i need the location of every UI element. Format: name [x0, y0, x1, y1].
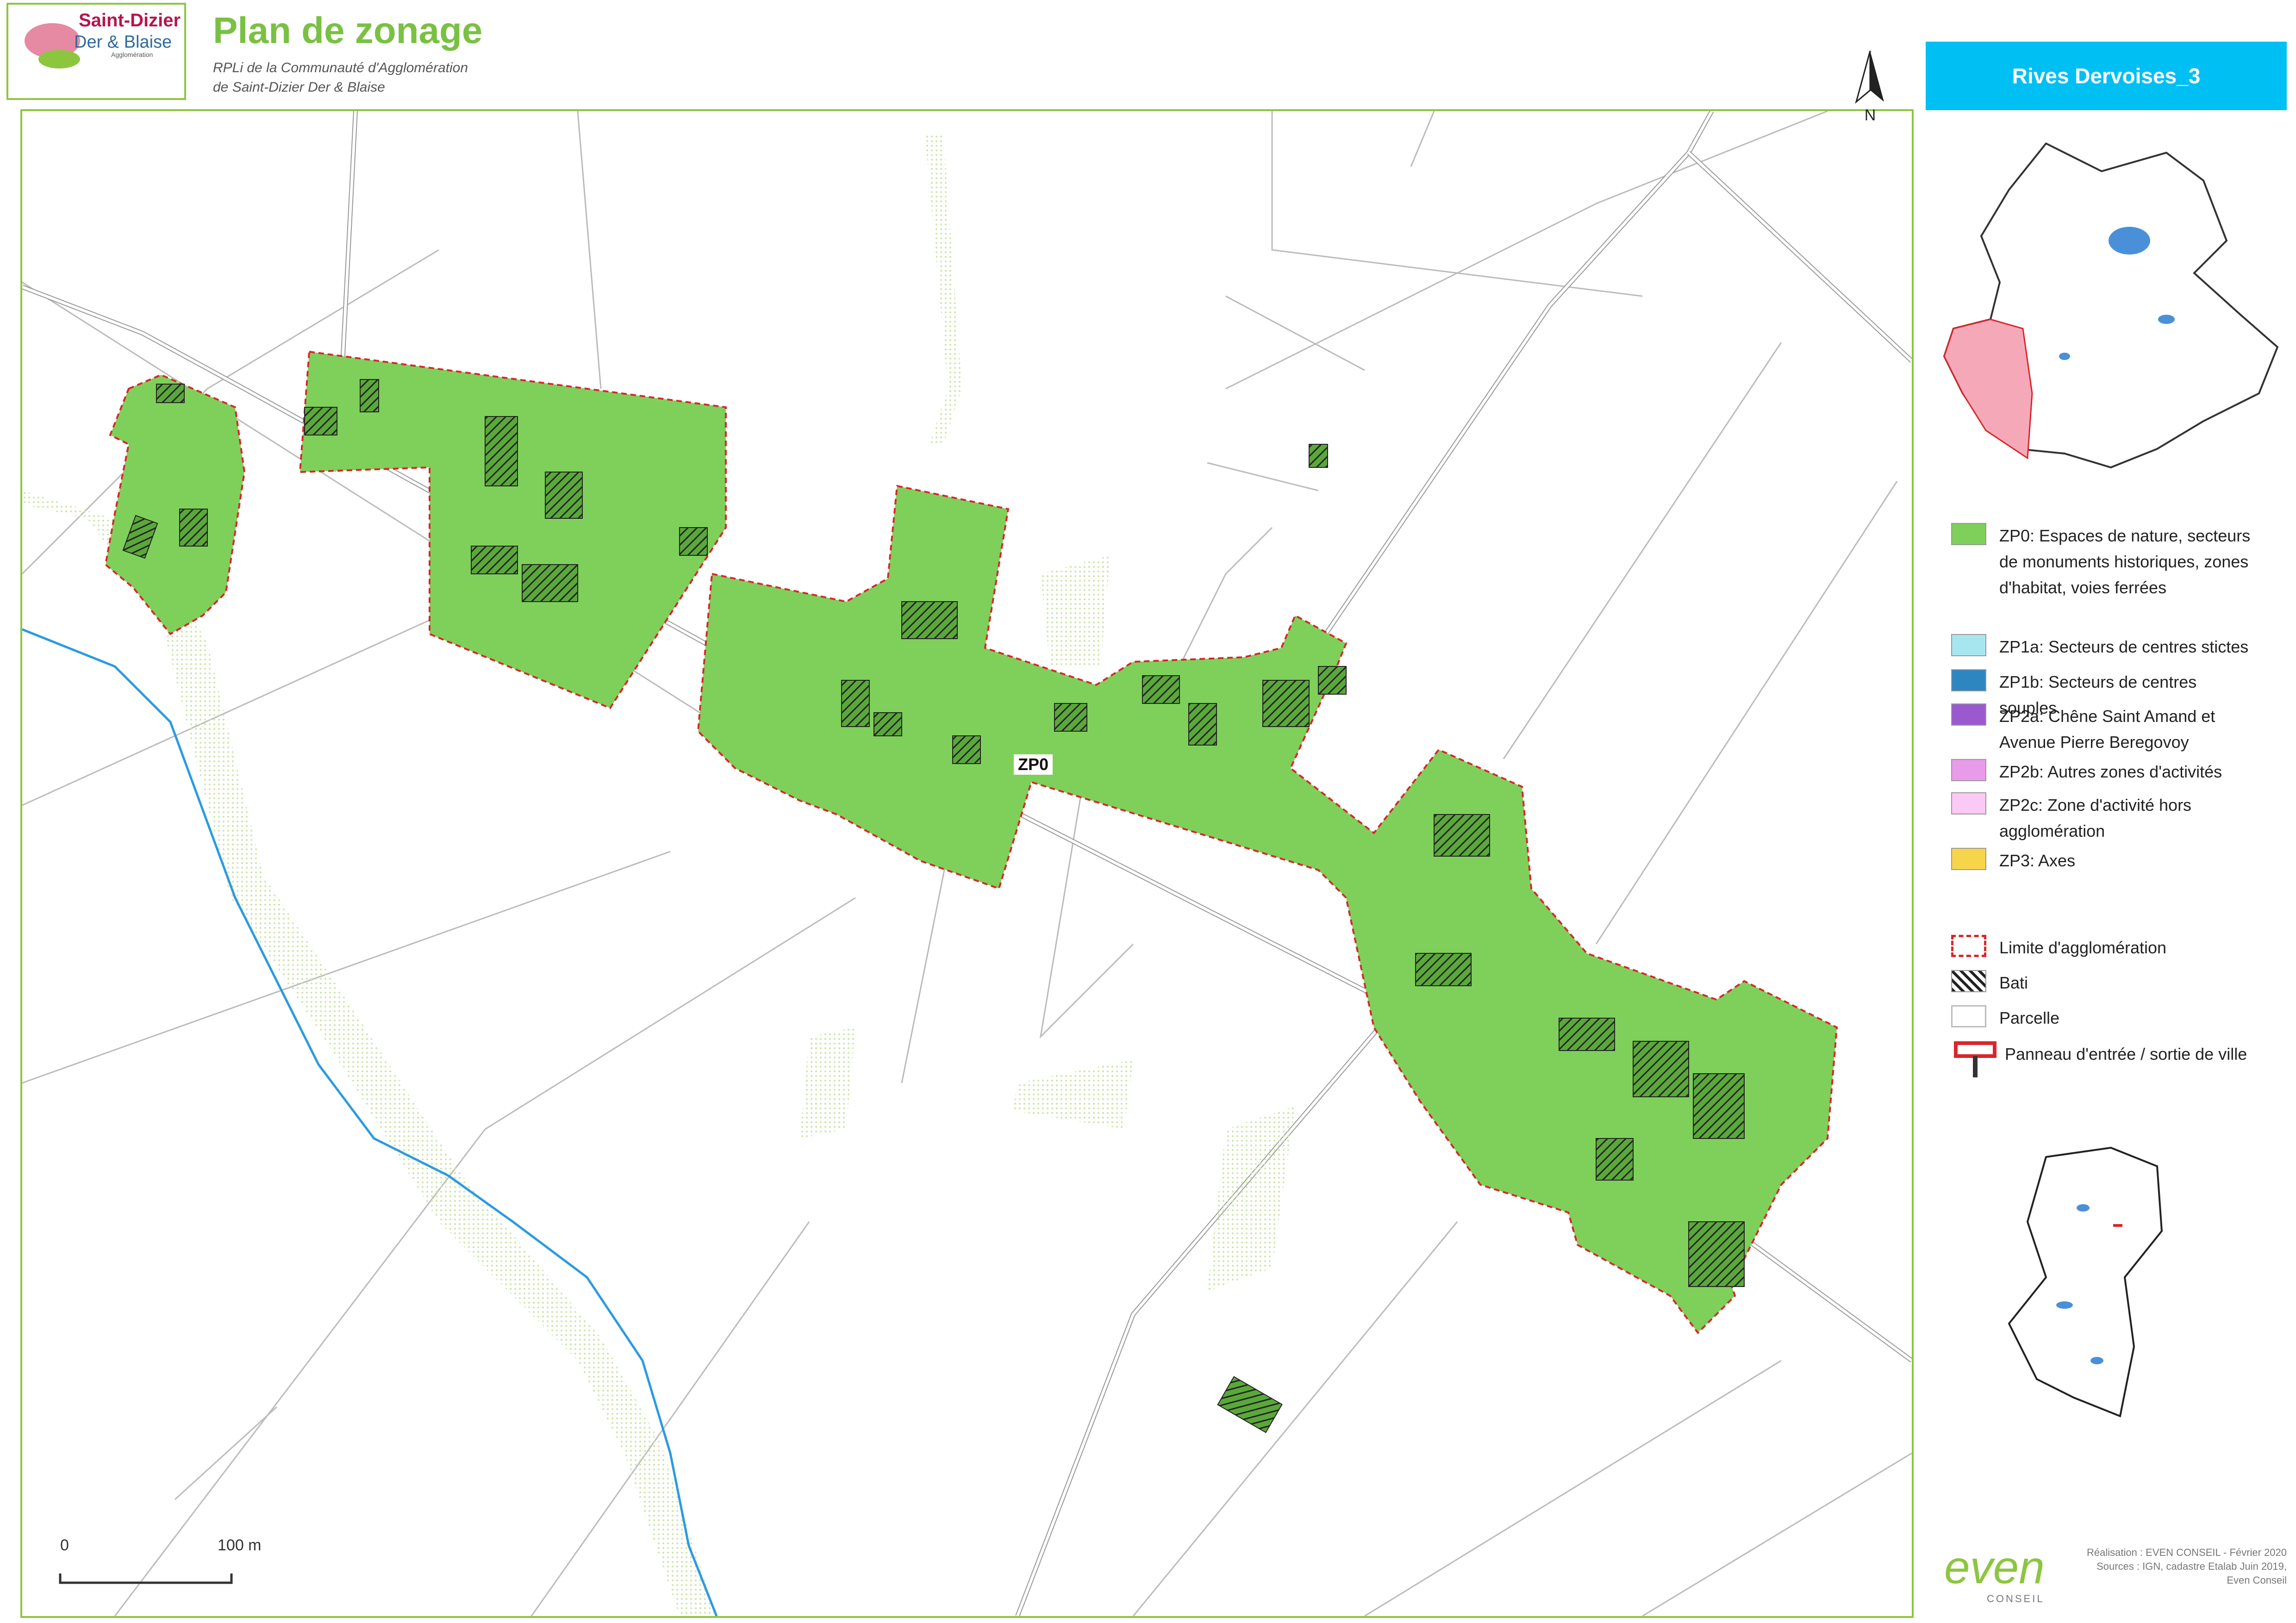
legend-zp2b: ZP2b: Autres zones d'activités — [1951, 759, 2259, 785]
legend-town-sign: Panneau d'entrée / sortie de ville — [1951, 1041, 2264, 1078]
logo-name-line2: Der & Blaise — [74, 32, 172, 52]
zone-label: ZP0 — [1018, 755, 1048, 774]
legend-swatch-zp1b — [1951, 669, 1986, 691]
credits: Réalisation : EVEN CONSEIL - Février 202… — [2083, 1546, 2287, 1587]
legend-zp1a: ZP1a: Secteurs de centres stictes — [1951, 634, 2259, 660]
empty-box-icon — [1951, 1005, 1986, 1027]
hatched-box-icon — [1951, 970, 1986, 992]
legend-swatch-zp1a — [1951, 634, 1986, 656]
legend-label-parcelle: Parcelle — [1999, 1008, 2060, 1027]
legend-label-zp1a: ZP1a: Secteurs de centres stictes — [1999, 637, 2249, 656]
legend-zp2a: ZP2a: Chêne Saint Amand et Avenue Pierre… — [1951, 703, 2259, 755]
commune-name: Rives Dervoises_3 — [1926, 42, 2287, 110]
legend-swatch-zp2b — [1951, 759, 1986, 781]
logo-name-line1: Saint-Dizier — [79, 10, 181, 31]
page-title: Plan de zonage — [213, 10, 483, 51]
legend-swatch-zp2c — [1951, 792, 1986, 815]
legend-zp0: ZP0: Espaces de nature, secteurs de monu… — [1951, 523, 2259, 601]
legend-zp3: ZP3: Axes — [1951, 848, 2259, 874]
credits-line2: Sources : IGN, cadastre Etalab Juin 2019… — [2096, 1561, 2287, 1572]
locator-map-commune — [2008, 1146, 2163, 1418]
legend-parcelle: Parcelle — [1951, 1005, 2259, 1031]
north-label: N — [1865, 106, 1876, 124]
subtitle-line1: RPLi de la Communauté d'Agglomération — [213, 60, 468, 75]
town-sign-icon — [1954, 1041, 1997, 1077]
north-arrow-icon: N — [1855, 50, 1884, 124]
legend-label-zp2b: ZP2b: Autres zones d'activités — [1999, 762, 2222, 781]
logo-name-line3: Agglomération — [111, 51, 153, 58]
zone-zp0[interactable] — [104, 350, 1838, 1335]
legend-label-agglo-limit: Limite d'agglomération — [1999, 938, 2167, 957]
even-logo-sub: CONSEIL — [1987, 1593, 2045, 1604]
river — [22, 628, 718, 1616]
legend-bati: Bati — [1951, 970, 2259, 996]
legend-zp2c: ZP2c: Zone d'activité hors agglomération — [1951, 792, 2259, 844]
even-logo: even — [1944, 1542, 2045, 1593]
dashed-red-box-icon — [1951, 935, 1986, 957]
legend-label-zp2a: ZP2a: Chêne Saint Amand et Avenue Pierre… — [1999, 707, 2215, 752]
scale-end-label: 100 m — [218, 1536, 262, 1554]
scale-bar: 0 100 m — [59, 1536, 262, 1584]
legend-swatch-zp0 — [1951, 523, 1986, 545]
legend-label-zp3: ZP3: Axes — [1999, 851, 2076, 870]
legend-label-zp2c: ZP2c: Zone d'activité hors agglomération — [1999, 796, 2192, 840]
legend-swatch-zp3 — [1951, 848, 1986, 870]
legend-swatch-zp2a — [1951, 703, 1986, 726]
legend-label-zp0: ZP0: Espaces de nature, secteurs de monu… — [1999, 526, 2251, 597]
legend-agglo-limit: Limite d'agglomération — [1951, 935, 2259, 961]
credits-line1: Réalisation : EVEN CONSEIL - Février 202… — [2086, 1547, 2287, 1558]
map-canvas[interactable]: ZP0 — [22, 111, 1912, 1616]
credits-line3: Even Conseil — [2227, 1574, 2287, 1586]
locator-map-agglomeration — [1943, 142, 2279, 469]
legend-label-town-sign: Panneau d'entrée / sortie de ville — [2005, 1045, 2247, 1063]
subtitle-line2: de Saint-Dizier Der & Blaise — [213, 80, 385, 95]
legend-label-bati: Bati — [1999, 973, 2028, 992]
scale-start-label: 0 — [60, 1536, 69, 1554]
